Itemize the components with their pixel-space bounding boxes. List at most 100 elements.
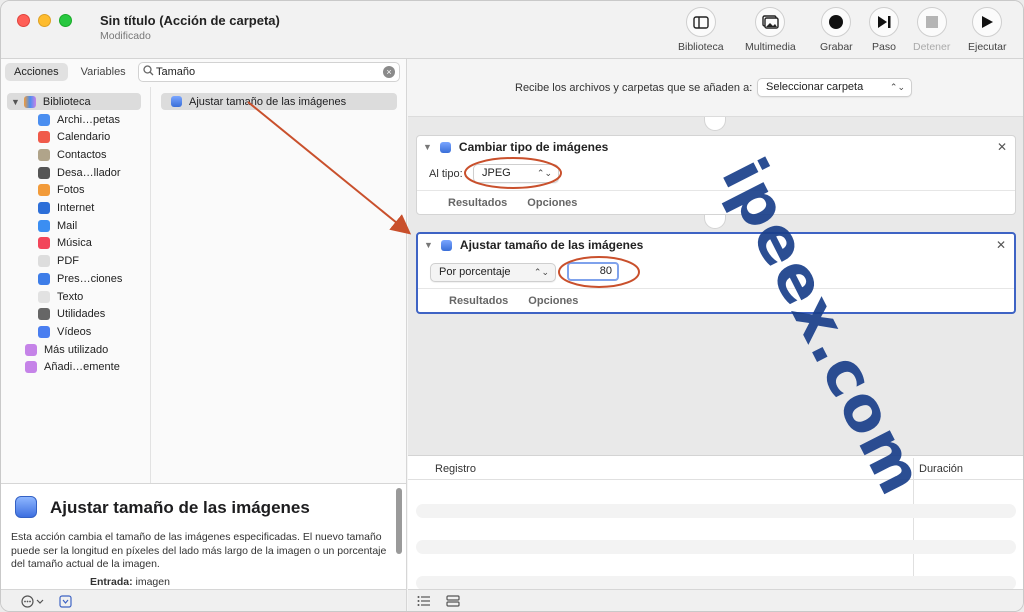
- stop-label: Detener: [913, 41, 951, 53]
- library-item-label: Contactos: [57, 148, 107, 161]
- minimize-window-button[interactable]: [38, 14, 51, 27]
- step-button[interactable]: Paso: [869, 7, 899, 53]
- preview-action-icon: [171, 96, 182, 107]
- action-result-item[interactable]: Ajustar tamaño de las imágenes: [161, 93, 397, 110]
- close-icon[interactable]: ✕: [996, 238, 1006, 252]
- library-item[interactable]: Utilidades: [38, 306, 105, 323]
- resize-mode-value: Por porcentaje: [439, 266, 511, 278]
- library-item[interactable]: Internet: [38, 200, 94, 217]
- library-item[interactable]: Añadi…emente: [25, 359, 120, 376]
- input-value: imagen: [135, 576, 170, 588]
- action-footer: Resultados Opciones: [418, 288, 1014, 312]
- category-icon: [38, 219, 50, 232]
- library-button[interactable]: Biblioteca: [678, 7, 724, 53]
- type-label: Al tipo:: [429, 168, 463, 180]
- close-window-button[interactable]: [17, 14, 30, 27]
- category-icon: [38, 237, 50, 250]
- search-value: Tamaño: [156, 66, 196, 78]
- action-header: ▼ Cambiar tipo de imágenes: [417, 136, 1015, 158]
- photo-icon: [762, 15, 779, 29]
- step-label: Paso: [872, 41, 896, 53]
- action-title: Ajustar tamaño de las imágenes: [459, 238, 644, 252]
- action-resize-images[interactable]: ▼ Ajustar tamaño de las imágenes ✕ Por p…: [416, 232, 1016, 314]
- library-item[interactable]: Vídeos: [38, 323, 91, 340]
- library-item[interactable]: Música: [38, 235, 92, 252]
- library-pane: Acciones Variables Tamaño × ▼ Biblioteca…: [1, 59, 407, 483]
- library-item-label: Utilidades: [57, 308, 106, 321]
- library-item[interactable]: Texto: [38, 288, 83, 305]
- search-input[interactable]: Tamaño ×: [138, 62, 400, 82]
- library-item[interactable]: Calendario: [38, 129, 110, 146]
- library-item-label: Pres…ciones: [57, 272, 123, 285]
- chevron-down-icon[interactable]: ▼: [11, 97, 20, 107]
- category-icon: [38, 325, 50, 338]
- library-item[interactable]: Archi…petas: [38, 111, 120, 128]
- library-item-label: Archi…petas: [57, 113, 120, 126]
- media-button[interactable]: Multimedia: [745, 7, 796, 53]
- books-icon: [23, 95, 36, 108]
- library-item[interactable]: Pres…ciones: [38, 270, 122, 287]
- category-icon: [38, 255, 50, 268]
- clear-search-icon[interactable]: ×: [383, 66, 395, 78]
- tab-actions[interactable]: Acciones: [5, 63, 68, 81]
- library-item-label: Vídeos: [57, 325, 92, 338]
- toolbar: Sin título (Acción de carpeta) Modificad…: [1, 1, 1023, 59]
- close-icon[interactable]: ✕: [997, 140, 1007, 154]
- library-label: Biblioteca: [678, 41, 724, 53]
- results-button[interactable]: Resultados: [448, 197, 507, 209]
- updown-arrows-icon: ⌃⌄: [889, 82, 905, 92]
- folder-select[interactable]: Seleccionar carpeta ⌃⌄: [757, 78, 912, 97]
- library-item-label: Música: [57, 237, 92, 250]
- library-item[interactable]: Desa…llador: [38, 164, 121, 181]
- description-toggle-icon[interactable]: [59, 595, 72, 608]
- library-item[interactable]: Fotos: [38, 182, 85, 199]
- options-button[interactable]: Opciones: [527, 197, 577, 209]
- library-item[interactable]: Contactos: [38, 146, 107, 163]
- options-button[interactable]: Opciones: [528, 295, 578, 307]
- workflow-input-bar: Recibe los archivos y carpetas que se añ…: [408, 59, 1023, 117]
- record-label: Grabar: [820, 41, 853, 53]
- library-root-item[interactable]: ▼ Biblioteca: [7, 93, 141, 110]
- library-root-label: Biblioteca: [42, 95, 91, 108]
- sidebar-icon: [693, 15, 709, 29]
- category-icon: [38, 184, 50, 197]
- library-item-label: Mail: [57, 219, 78, 232]
- updown-arrows-icon: ⌃⌄: [533, 267, 549, 277]
- list-view-icon[interactable]: [417, 595, 431, 607]
- library-item[interactable]: Mail: [38, 217, 77, 234]
- chevron-down-icon[interactable]: ▼: [423, 142, 432, 152]
- image-type-select[interactable]: JPEG ⌃⌄: [473, 164, 559, 183]
- category-icon: [38, 113, 50, 126]
- run-label: Ejecutar: [968, 41, 1007, 53]
- library-item[interactable]: Más utilizado: [25, 341, 108, 358]
- zoom-window-button[interactable]: [59, 14, 72, 27]
- log-column-header[interactable]: Registro: [435, 463, 476, 475]
- tab-variables[interactable]: Variables: [72, 63, 135, 81]
- library-list: ▼ Biblioteca Archi…petas Calendario Contac…: [1, 87, 151, 483]
- library-item[interactable]: PDF: [38, 253, 79, 270]
- run-button[interactable]: Ejecutar: [968, 7, 1007, 53]
- library-item-label: Más utilizado: [44, 343, 109, 356]
- library-item-label: Texto: [57, 290, 84, 303]
- log-row: [416, 504, 1016, 518]
- resize-mode-select[interactable]: Por porcentaje ⌃⌄: [430, 263, 556, 282]
- category-icon: [38, 166, 50, 179]
- window-title: Sin título (Acción de carpeta): [100, 13, 280, 28]
- record-button[interactable]: Grabar: [820, 7, 853, 53]
- category-icon: [38, 131, 50, 144]
- category-icon: [25, 343, 37, 356]
- category-icon: [38, 148, 50, 161]
- log-row: [416, 576, 1016, 590]
- actions-list: Ajustar tamaño de las imágenes: [152, 87, 407, 483]
- percentage-field[interactable]: 80: [567, 262, 619, 281]
- more-options-icon[interactable]: [21, 595, 45, 608]
- category-icon: [38, 290, 50, 303]
- description-scrollbar[interactable]: [396, 488, 402, 554]
- stop-button[interactable]: Detener: [913, 7, 950, 53]
- step-icon: [878, 16, 891, 28]
- description-input: Entrada: imagen: [90, 576, 170, 588]
- results-button[interactable]: Resultados: [449, 295, 508, 307]
- split-view-icon[interactable]: [446, 595, 460, 607]
- category-icon: [38, 308, 50, 321]
- chevron-down-icon[interactable]: ▼: [424, 240, 433, 250]
